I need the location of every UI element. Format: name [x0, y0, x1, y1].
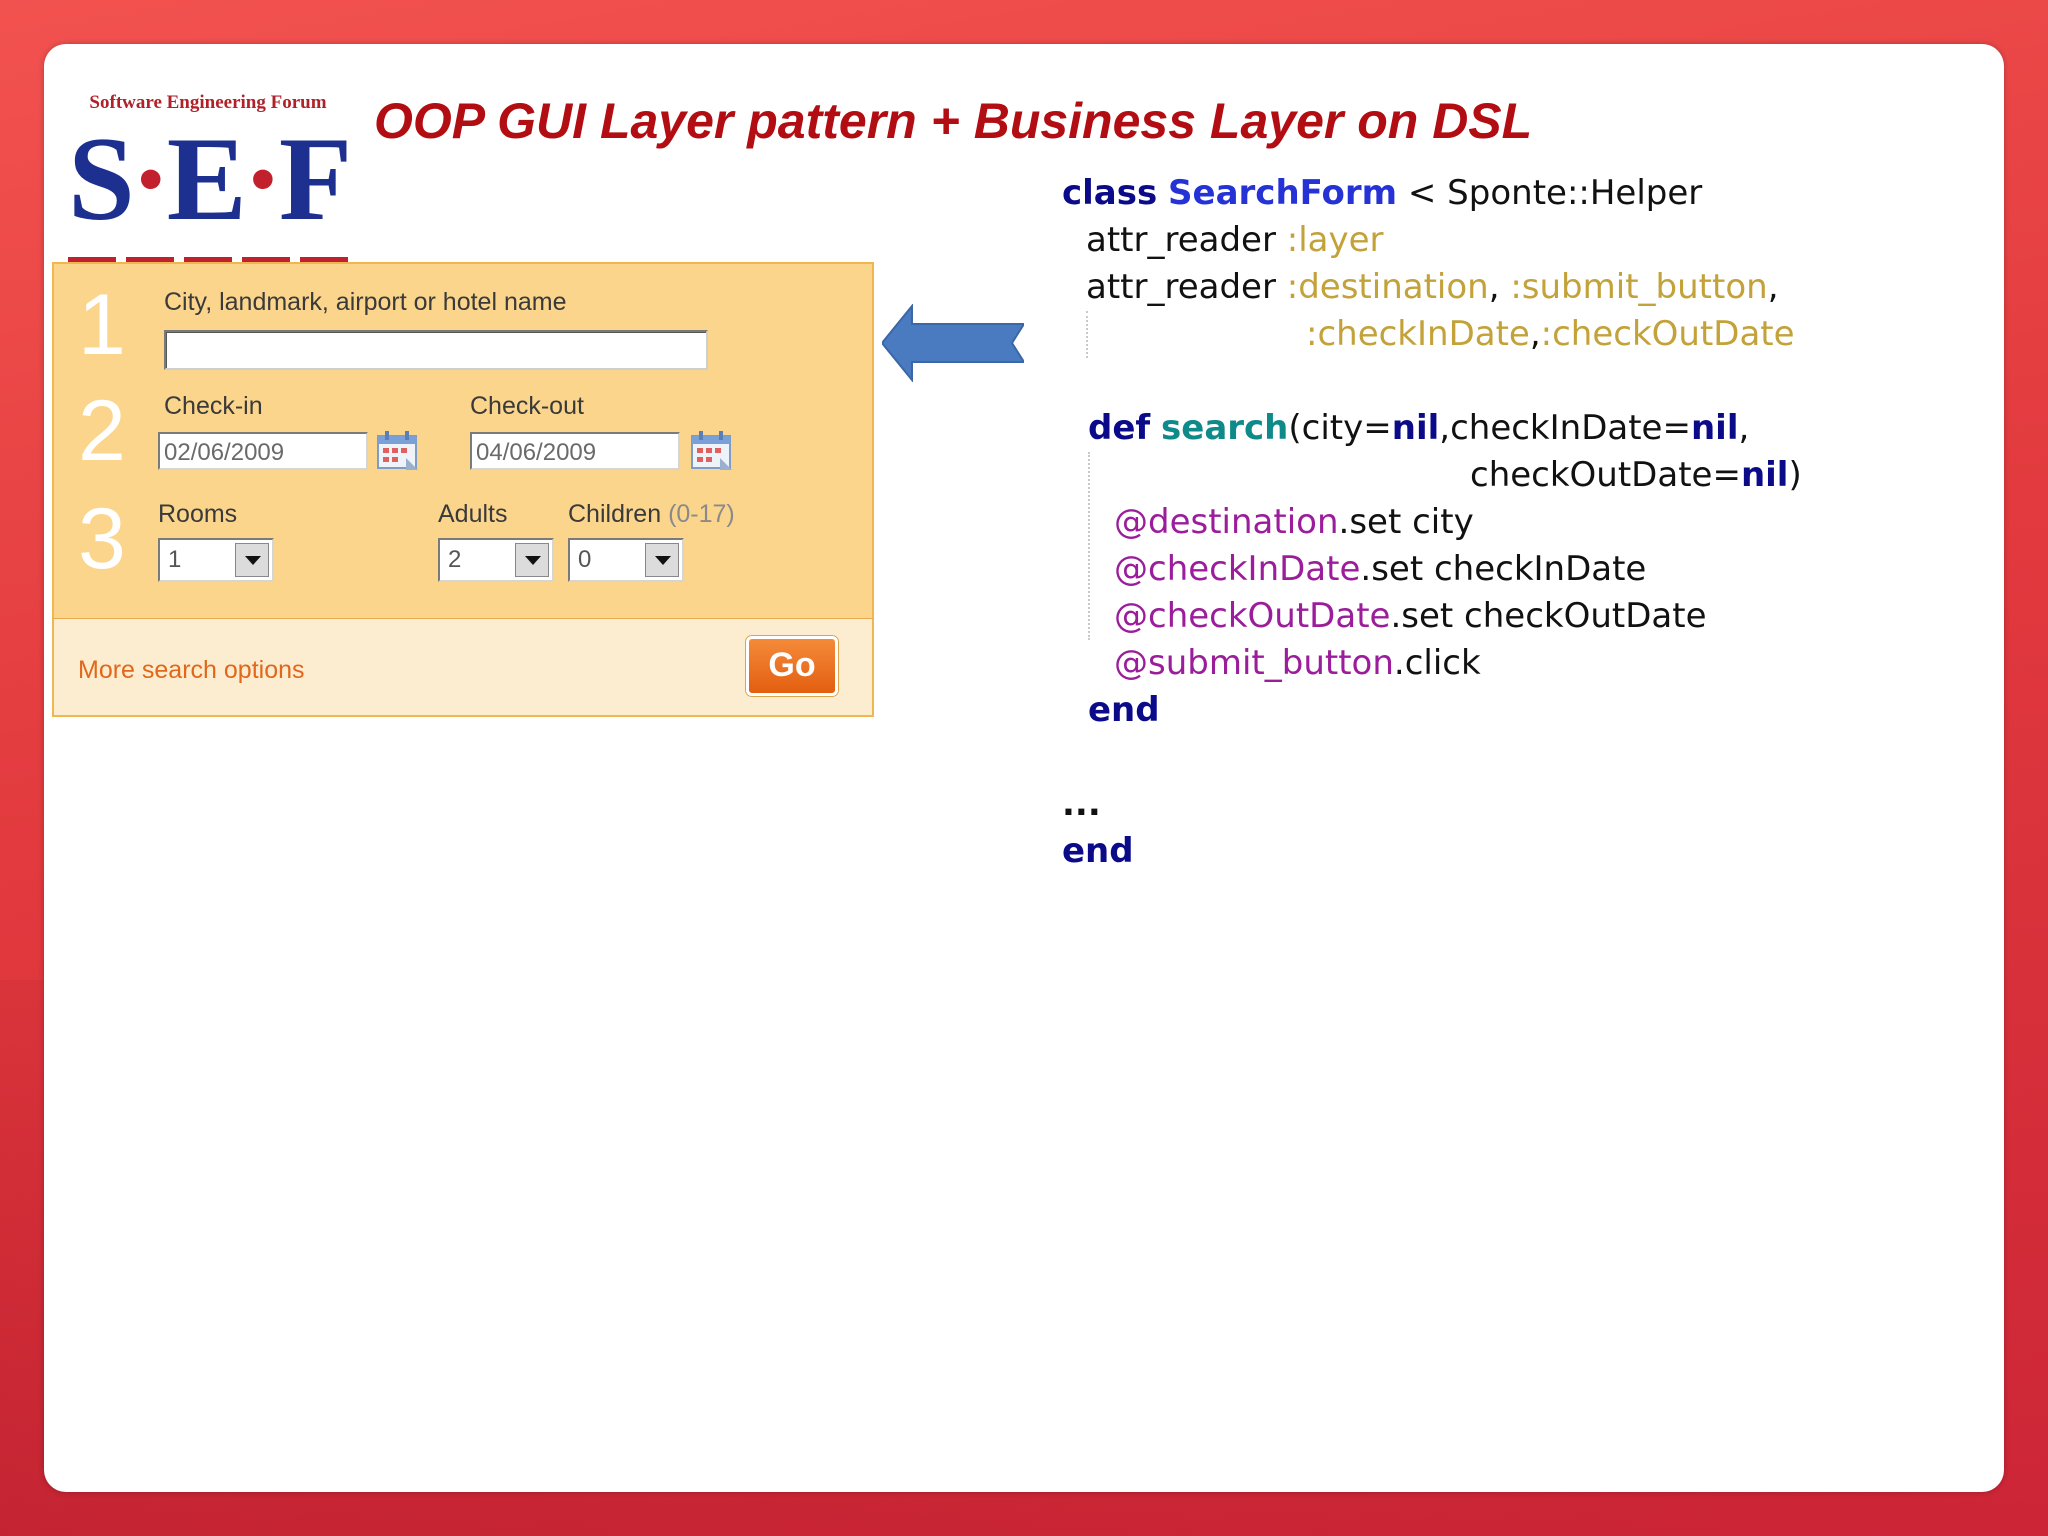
code-line-5: def search(city=nil,checkInDate=nil, [1088, 408, 1750, 448]
checkin-input[interactable]: 02/06/2009 [158, 432, 368, 470]
logo-letter-f: F [278, 112, 352, 245]
sef-logo: Software Engineering Forum S·E·F [68, 92, 352, 265]
destination-label: City, landmark, airport or hotel name [164, 288, 567, 316]
code-line-4: :checkInDate,:checkOutDate [1306, 314, 1795, 354]
logo-letter-e: E [166, 112, 247, 245]
code-line-6: checkOutDate=nil) [1470, 455, 1802, 495]
code-line-1: class SearchForm < Sponte::Helper [1062, 173, 1703, 213]
rooms-select[interactable]: 1 [158, 538, 274, 582]
adults-label: Adults [438, 500, 508, 528]
step-number-2: 2 [78, 383, 126, 479]
chevron-down-icon[interactable] [515, 543, 549, 577]
checkin-label: Check-in [164, 392, 263, 420]
chevron-down-icon[interactable] [645, 543, 679, 577]
rooms-value: 1 [168, 546, 182, 573]
code-line-8: @checkInDate.set checkInDate [1114, 549, 1647, 589]
checkin-calendar-icon[interactable] [376, 430, 420, 472]
left-arrow-icon [882, 304, 1024, 382]
rooms-label: Rooms [158, 500, 238, 528]
chevron-down-icon[interactable] [235, 543, 269, 577]
slide-title: OOP GUI Layer pattern + Business Layer o… [374, 93, 1533, 149]
code-line-9: @checkOutDate.set checkOutDate [1114, 596, 1707, 636]
children-label: Children (0-17) [568, 500, 735, 529]
adults-value: 2 [448, 546, 462, 573]
more-search-options-link[interactable]: More search options [78, 656, 305, 685]
go-button[interactable]: Go [746, 636, 838, 696]
children-label-text: Children [568, 500, 662, 528]
code-indent-guide [1088, 452, 1100, 640]
code-line-11: end [1088, 690, 1160, 730]
children-range: (0-17) [668, 500, 735, 528]
adults-select[interactable]: 2 [438, 538, 554, 582]
children-select[interactable]: 0 [568, 538, 684, 582]
code-line-13: end [1062, 831, 1134, 871]
logo-mark: S·E·F [68, 112, 352, 245]
code-line-3: attr_reader :destination, :submit_button… [1086, 267, 1779, 307]
step-number-3: 3 [78, 491, 126, 587]
checkout-label: Check-out [470, 392, 584, 420]
code-line-12: ... [1062, 784, 1101, 824]
children-value: 0 [578, 546, 592, 573]
checkout-input[interactable]: 04/06/2009 [470, 432, 680, 470]
code-line-2: attr_reader :layer [1086, 220, 1384, 260]
destination-input[interactable] [164, 330, 708, 370]
code-indent-guide [1086, 311, 1288, 358]
step-number-1: 1 [78, 277, 126, 373]
logo-caption: Software Engineering Forum [89, 92, 327, 113]
checkout-calendar-icon[interactable] [690, 430, 734, 472]
code-line-10: @submit_button.click [1114, 643, 1481, 683]
code-block: class SearchForm < Sponte::Helper attr_r… [1062, 170, 1802, 1016]
logo-letter-s: S [68, 112, 135, 245]
code-line-7: @destination.set city [1114, 502, 1474, 542]
